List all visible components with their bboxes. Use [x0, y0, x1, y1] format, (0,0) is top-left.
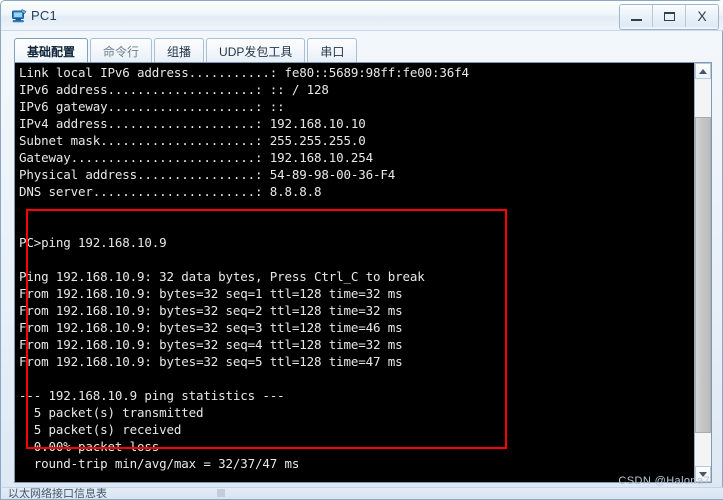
terminal-line: From 192.168.10.9: bytes=32 seq=3 ttl=12…	[19, 320, 403, 335]
watermark: CSDN @Halona7	[618, 475, 710, 487]
terminal-line: PC>ping 192.168.10.9	[19, 235, 167, 250]
terminal-line: Physical address................: 54-89-…	[19, 167, 396, 182]
console-scrollbar[interactable]	[694, 63, 711, 482]
terminal-line: IPv6 gateway....................: ::	[19, 99, 285, 114]
scrollbar-track[interactable]	[695, 79, 711, 466]
terminal-line: Gateway.........................: 192.16…	[19, 150, 374, 165]
scrollbar-thumb[interactable]	[695, 117, 711, 433]
tab-label: 基础配置	[27, 44, 76, 59]
console-output[interactable]: Link local IPv6 address...........: fe80…	[15, 63, 693, 482]
pc1-window: PC1 X 基础配置 命令行 组播 UDP发包工具 串口 Link local …	[0, 0, 723, 500]
tab-basic-config[interactable]: 基础配置	[14, 38, 89, 63]
tab-udp-tool[interactable]: UDP发包工具	[206, 38, 306, 63]
window-titlebar[interactable]: PC1 X	[1, 1, 723, 31]
terminal-line: 0.00% packet loss	[19, 439, 160, 454]
terminal-line: From 192.168.10.9: bytes=32 seq=4 ttl=12…	[19, 337, 403, 352]
maximize-icon	[663, 11, 675, 21]
minimize-button[interactable]	[620, 5, 653, 27]
tab-strip: 基础配置 命令行 组播 UDP发包工具 串口	[14, 37, 359, 63]
terminal-line: Link local IPv6 address...........: fe80…	[19, 65, 469, 80]
window-controls: X	[619, 4, 719, 30]
terminal-line: From 192.168.10.9: bytes=32 seq=2 ttl=12…	[19, 303, 403, 318]
bottom-strip: 以太网络接口信息表	[2, 487, 723, 499]
terminal-line: Ping 192.168.10.9: 32 data bytes, Press …	[19, 269, 425, 284]
tab-label: 命令行	[103, 44, 140, 59]
bottom-marker	[217, 489, 225, 497]
tab-label: UDP发包工具	[219, 44, 293, 59]
bottom-cut-label: 以太网络接口信息表	[8, 488, 107, 499]
terminal-text: Link local IPv6 address...........: fe80…	[19, 64, 469, 482]
tab-serial-port[interactable]: 串口	[307, 38, 358, 63]
terminal-line: Subnet mask.....................: 255.25…	[19, 133, 366, 148]
terminal-line: 5 packet(s) transmitted	[19, 405, 204, 420]
terminal-line: --- 192.168.10.9 ping statistics ---	[19, 388, 285, 403]
terminal-line: IPv4 address....................: 192.16…	[19, 116, 366, 131]
tab-multicast[interactable]: 组播	[154, 38, 205, 63]
console-frame: Link local IPv6 address...........: fe80…	[14, 62, 712, 483]
pc-device-icon	[10, 7, 28, 25]
tab-label: 串口	[320, 44, 345, 59]
tab-command-line[interactable]: 命令行	[90, 38, 153, 63]
terminal-line: From 192.168.10.9: bytes=32 seq=5 ttl=12…	[19, 354, 403, 369]
terminal-line: IPv6 address....................: :: / 1…	[19, 82, 329, 97]
maximize-button[interactable]	[653, 5, 686, 27]
minimize-icon	[630, 18, 642, 21]
close-icon: X	[697, 8, 707, 24]
window-title: PC1	[31, 8, 57, 23]
terminal-line: 5 packet(s) received	[19, 422, 182, 437]
terminal-line: From 192.168.10.9: bytes=32 seq=1 ttl=12…	[19, 286, 403, 301]
terminal-line: round-trip min/avg/max = 32/37/47 ms	[19, 456, 300, 471]
close-button[interactable]: X	[686, 5, 718, 27]
terminal-line: DNS server......................: 8.8.8.…	[19, 184, 322, 199]
scroll-up-arrow-icon	[699, 68, 707, 74]
scroll-up-button[interactable]	[695, 63, 711, 79]
tab-label: 组播	[167, 44, 192, 59]
